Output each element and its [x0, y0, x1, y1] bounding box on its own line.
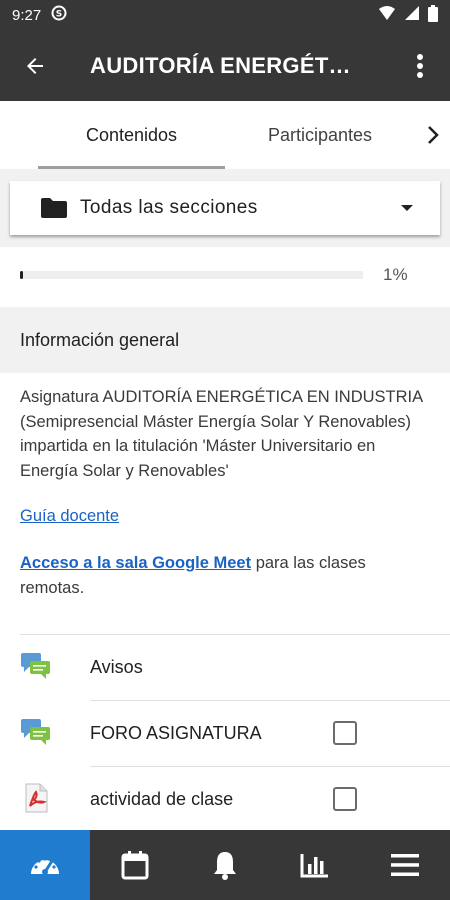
course-progress: 1%	[0, 247, 450, 307]
nav-dashboard[interactable]	[0, 830, 90, 900]
section-select-value: Todas las secciones	[80, 197, 258, 218]
progress-bar	[20, 271, 363, 279]
app-bar: AUDITORÍA ENERGÉT…	[0, 30, 450, 101]
module-name: FORO ASIGNATURA	[90, 722, 262, 743]
signal-icon	[404, 5, 420, 25]
divider	[90, 700, 450, 701]
section-heading: Información general	[0, 307, 450, 373]
module-item[interactable]: Avisos	[0, 634, 450, 700]
tab-contents[interactable]: Contenidos	[38, 101, 225, 169]
bottom-navigation	[0, 830, 450, 900]
meet-link[interactable]: Acceso a la sala Google Meet	[20, 554, 251, 572]
progress-label: 1%	[383, 265, 408, 284]
status-bar: 9:27 S	[0, 0, 450, 30]
nav-notifications[interactable]	[180, 830, 270, 900]
dropdown-arrow-icon	[401, 205, 413, 211]
pdf-icon	[20, 782, 52, 814]
section-filter-area: Todas las secciones	[0, 169, 450, 247]
battery-icon	[428, 4, 438, 26]
module-name: Avisos	[90, 656, 143, 677]
page-title: AUDITORÍA ENERGÉT…	[90, 52, 351, 78]
divider	[20, 634, 450, 635]
section-select[interactable]: Todas las secciones	[10, 181, 440, 235]
more-vert-icon	[417, 53, 423, 78]
calendar-icon	[121, 851, 149, 880]
nav-calendar[interactable]	[90, 830, 180, 900]
nav-grades[interactable]	[270, 830, 360, 900]
divider	[90, 766, 450, 767]
dashboard-icon	[31, 857, 59, 875]
back-button[interactable]	[0, 30, 70, 101]
completion-checkbox[interactable]	[333, 787, 357, 811]
guide-link[interactable]: Guía docente	[20, 507, 119, 525]
forum-icon	[20, 716, 52, 748]
course-summary: Asignatura AUDITORÍA ENERGÉTICA EN INDUS…	[20, 388, 423, 480]
progress-bar-fill	[20, 271, 24, 279]
more-options-button[interactable]	[390, 30, 450, 101]
guide-link-wrapper: Guía docente	[20, 507, 119, 526]
completion-checkbox[interactable]	[333, 721, 357, 745]
wifi-icon	[378, 5, 396, 25]
status-time: 9:27	[12, 6, 42, 24]
module-item[interactable]: actividad de clase	[0, 766, 450, 832]
grades-icon	[300, 854, 328, 878]
chevron-right-icon	[427, 126, 439, 144]
arrow-back-icon	[27, 57, 43, 74]
tab-bar: Contenidos Participantes	[0, 101, 450, 169]
svg-text:S: S	[56, 10, 62, 20]
folder-icon	[41, 198, 67, 218]
menu-icon	[391, 854, 419, 876]
meet-paragraph: Acceso a la sala Google Meet para las cl…	[20, 551, 420, 601]
notification-icon: S	[51, 5, 67, 25]
forum-icon	[20, 650, 52, 682]
module-item[interactable]: FORO ASIGNATURA	[0, 700, 450, 766]
bell-icon	[214, 852, 236, 880]
tabs-scroll-button[interactable]	[415, 101, 450, 169]
nav-more[interactable]	[360, 830, 450, 900]
module-name: actividad de clase	[90, 788, 234, 809]
tab-participants[interactable]: Participantes	[225, 101, 415, 169]
